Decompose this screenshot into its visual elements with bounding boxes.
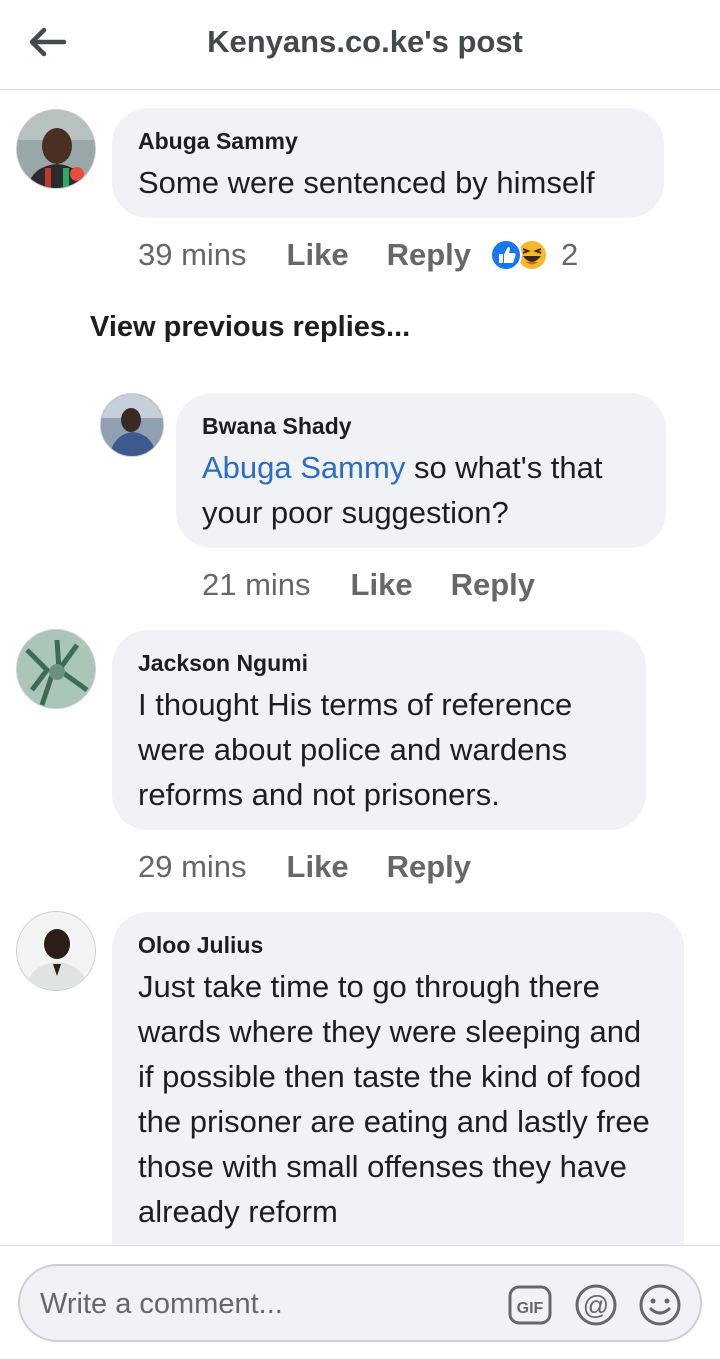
comment-composer[interactable]: GIF @	[18, 1264, 702, 1342]
comment-bubble[interactable]: Jackson Ngumi I thought His terms of ref…	[112, 630, 646, 830]
view-previous-replies-link[interactable]: View previous replies...	[90, 311, 410, 344]
reply-text: Abuga Sammy so what's that your poor sug…	[202, 445, 640, 535]
mention-link[interactable]: Abuga Sammy	[202, 450, 405, 485]
reply-button[interactable]: Reply	[387, 849, 471, 885]
emoji-icon	[639, 1284, 681, 1326]
svg-text:@: @	[583, 1290, 609, 1320]
comment-composer-bar: GIF @	[0, 1245, 720, 1359]
like-reaction-icon	[490, 239, 522, 271]
like-button[interactable]: Like	[351, 567, 413, 603]
page-title: Kenyans.co.ke's post	[207, 24, 523, 59]
gif-button[interactable]: GIF	[508, 1283, 552, 1327]
avatar[interactable]	[16, 911, 96, 991]
comment-author[interactable]: Jackson Ngumi	[138, 648, 620, 678]
top-bar: Kenyans.co.ke's post	[0, 0, 720, 90]
mention-button[interactable]: @	[574, 1283, 618, 1327]
avatar[interactable]	[16, 109, 96, 189]
gif-icon: GIF	[508, 1285, 552, 1325]
like-button[interactable]: Like	[287, 237, 349, 273]
reply-button[interactable]: Reply	[387, 237, 471, 273]
comment-actions: 39 mins Like Reply 2	[138, 233, 578, 277]
reactions-summary[interactable]: 2	[489, 237, 578, 273]
reply-actions: 21 mins Like Reply	[202, 563, 553, 607]
comment-text: Some were sentenced by himself	[138, 165, 595, 200]
comment-text: I thought His terms of reference were ab…	[138, 687, 573, 812]
reply-button[interactable]: Reply	[451, 567, 535, 603]
at-mention-icon: @	[575, 1284, 617, 1326]
comment-timestamp[interactable]: 29 mins	[138, 849, 247, 885]
like-button[interactable]: Like	[287, 849, 349, 885]
reply-timestamp[interactable]: 21 mins	[202, 567, 311, 603]
comment-bubble[interactable]: Abuga Sammy Some were sentenced by himse…	[112, 108, 664, 218]
comment-author[interactable]: Oloo Julius	[138, 930, 658, 960]
reply-bubble[interactable]: Bwana Shady Abuga Sammy so what's that y…	[176, 393, 666, 548]
avatar[interactable]	[100, 393, 164, 457]
comment-actions: 29 mins Like Reply	[138, 845, 489, 889]
reaction-count: 2	[561, 237, 579, 272]
comment-author[interactable]: Abuga Sammy	[138, 126, 638, 156]
svg-text:GIF: GIF	[517, 1300, 544, 1317]
comment-timestamp[interactable]: 39 mins	[138, 237, 247, 273]
comment-bubble[interactable]: Oloo Julius Just take time to go through…	[112, 912, 684, 1245]
emoji-button[interactable]	[638, 1283, 682, 1327]
comment-text: Just take time to go through there wards…	[138, 969, 650, 1229]
avatar[interactable]	[16, 629, 96, 709]
reply-author[interactable]: Bwana Shady	[202, 411, 640, 441]
comments-feed[interactable]: Abuga Sammy Some were sentenced by himse…	[0, 91, 720, 1245]
comment-input[interactable]	[40, 1284, 480, 1324]
